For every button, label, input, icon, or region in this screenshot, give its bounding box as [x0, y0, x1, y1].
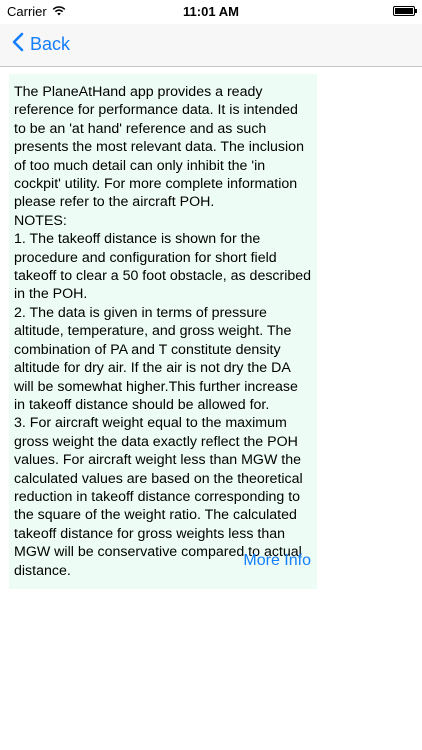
info-text-view: The PlaneAtHand app provides a ready ref…	[9, 74, 317, 589]
chevron-left-icon	[12, 32, 24, 57]
status-bar: Carrier 11:01 AM	[0, 0, 422, 24]
status-time: 11:01 AM	[183, 4, 239, 19]
navigation-bar: Back	[0, 24, 422, 67]
back-button[interactable]: Back	[12, 32, 70, 57]
more-info-button[interactable]: More Info	[243, 552, 311, 570]
battery-icon	[393, 6, 417, 16]
back-label: Back	[30, 34, 71, 54]
